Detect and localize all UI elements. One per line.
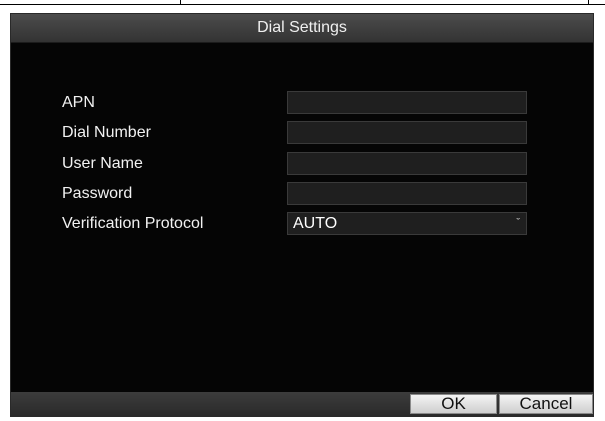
dial-number-row: Dial Number: [11, 120, 593, 146]
dial-settings-dialog: Dial Settings APN Dial Number User Name …: [10, 13, 594, 417]
cancel-button[interactable]: Cancel: [499, 394, 593, 414]
dial-number-input[interactable]: [287, 121, 527, 144]
dialog-footer: OK Cancel: [11, 392, 593, 416]
verification-protocol-label: Verification Protocol: [62, 215, 204, 232]
user-name-row: User Name: [11, 151, 593, 177]
top-tick-mark: [180, 0, 181, 5]
dialog-title: Dial Settings: [11, 14, 593, 43]
ok-button[interactable]: OK: [410, 394, 497, 414]
verification-protocol-value: AUTO: [293, 215, 338, 232]
top-tick-mark: [588, 0, 589, 5]
apn-label: APN: [62, 94, 95, 111]
apn-input[interactable]: [287, 91, 527, 114]
verification-protocol-row: Verification Protocol AUTO ˇ: [11, 211, 593, 237]
verification-protocol-select[interactable]: AUTO ˇ: [287, 212, 527, 235]
top-divider-line: [0, 4, 605, 5]
password-input[interactable]: [287, 182, 527, 205]
password-row: Password: [11, 181, 593, 207]
user-name-input[interactable]: [287, 152, 527, 175]
dial-number-label: Dial Number: [62, 124, 151, 141]
chevron-down-icon: ˇ: [516, 217, 520, 229]
user-name-label: User Name: [62, 155, 143, 172]
password-label: Password: [62, 185, 133, 202]
apn-row: APN: [11, 90, 593, 116]
